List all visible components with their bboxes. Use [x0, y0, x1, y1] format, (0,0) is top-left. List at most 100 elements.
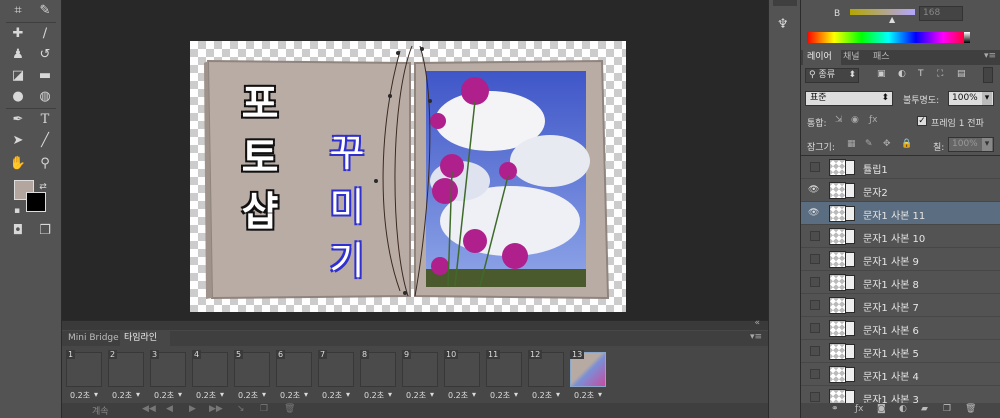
pen-tool-icon[interactable]: ✒	[8, 111, 28, 129]
opacity-field[interactable]: 100% ▾	[948, 91, 994, 106]
timeline-frame[interactable]: 6 0.2초 ▾	[274, 349, 314, 409]
frame-delay[interactable]: 0.2초	[154, 390, 174, 401]
delay-dropdown-icon[interactable]: ▾	[514, 390, 518, 399]
frame-delay[interactable]: 0.2초	[406, 390, 426, 401]
healing-brush-tool-icon[interactable]: ✚	[8, 25, 28, 43]
blue-slider-thumb[interactable]: ▲	[889, 15, 895, 24]
visibility-eye-icon[interactable]: 👁	[808, 185, 819, 195]
tab-timeline[interactable]: 타임라인	[120, 331, 170, 346]
frame-delay[interactable]: 0.2초	[238, 390, 258, 401]
gradient-tool-icon[interactable]: ▬	[35, 67, 55, 85]
timeline-frame[interactable]: 11 0.2초 ▾	[484, 349, 524, 409]
swap-colors-icon[interactable]: ⇄	[33, 178, 53, 196]
layer-row[interactable]: 문자1 사본 4	[801, 363, 1000, 386]
first-frame-icon[interactable]: ◀◀	[142, 404, 156, 414]
layer-row[interactable]: 튤립1	[801, 156, 1000, 179]
frame-delay[interactable]: 0.2초	[574, 390, 594, 401]
play-icon[interactable]: ▶	[189, 404, 196, 414]
new-layer-icon[interactable]: ❐	[943, 404, 951, 414]
type-tool-icon[interactable]: T	[35, 111, 55, 129]
add-mask-icon[interactable]: ◙	[877, 404, 886, 414]
visibility-toggle[interactable]	[810, 346, 820, 356]
default-colors-icon[interactable]: ▪	[7, 202, 27, 220]
filter-smart-object-icon[interactable]: ▤	[957, 69, 966, 79]
layers-panel-menu-icon[interactable]: ▾≡	[984, 51, 996, 61]
visibility-toggle[interactable]	[810, 162, 820, 172]
path-selection-tool-icon[interactable]: ➤	[8, 132, 28, 150]
filter-kind-select[interactable]: ⚲ 종류 ⬍	[805, 68, 859, 83]
layer-row[interactable]: 문자1 사본 7	[801, 294, 1000, 317]
lock-position-icon[interactable]: ✥	[883, 139, 891, 149]
delay-dropdown-icon[interactable]: ▾	[430, 390, 434, 399]
tab-layers[interactable]: 레이어	[803, 50, 841, 65]
brush-preset-icon[interactable]: ♆	[777, 17, 789, 32]
brush-tool-icon[interactable]: ∕	[35, 25, 55, 43]
delete-layer-icon[interactable]: 🗑	[965, 404, 976, 414]
visibility-toggle[interactable]	[810, 300, 820, 310]
layer-row[interactable]: 문자1 사본 5	[801, 340, 1000, 363]
frame-delay[interactable]: 0.2초	[532, 390, 552, 401]
collapse-icon[interactable]: «	[754, 318, 760, 328]
eyedropper-tool-icon[interactable]: ✎	[35, 2, 55, 20]
layer-row[interactable]: 👁 문자1 사본 11	[801, 202, 1000, 225]
timeline-frame[interactable]: 13 0.2초 ▾	[568, 349, 608, 409]
delay-dropdown-icon[interactable]: ▾	[388, 390, 392, 399]
layer-row[interactable]: 문자1 사본 6	[801, 317, 1000, 340]
visibility-toggle[interactable]	[810, 277, 820, 287]
unify-position-icon[interactable]: ⇲	[835, 115, 843, 125]
frame-delay[interactable]: 0.2초	[196, 390, 216, 401]
timeline-frame[interactable]: 5 0.2초 ▾	[232, 349, 272, 409]
color-spectrum-bar[interactable]	[807, 32, 970, 43]
visibility-toggle[interactable]	[810, 254, 820, 264]
link-layers-icon[interactable]: ⚭	[831, 404, 839, 414]
timeline-frame[interactable]: 3 0.2초 ▾	[148, 349, 188, 409]
adjustment-layer-icon[interactable]: ◐	[899, 404, 907, 414]
timeline-frame[interactable]: 10 0.2초 ▾	[442, 349, 482, 409]
visibility-toggle[interactable]	[810, 392, 820, 402]
quick-mask-icon[interactable]: ◘	[8, 222, 28, 240]
propagate-frame-checkbox[interactable]: ✓	[917, 116, 927, 126]
visibility-eye-icon[interactable]: 👁	[808, 208, 819, 218]
filter-toggle[interactable]	[983, 67, 993, 83]
blend-mode-select[interactable]: 표준 ⬍	[805, 91, 893, 106]
delay-dropdown-icon[interactable]: ▾	[262, 390, 266, 399]
delay-dropdown-icon[interactable]: ▾	[178, 390, 182, 399]
layer-row[interactable]: 👁 문자2	[801, 179, 1000, 202]
visibility-toggle[interactable]	[810, 231, 820, 241]
tab-paths[interactable]: 패스	[873, 50, 899, 65]
timeline-frame[interactable]: 1 0.2초 ▾	[64, 349, 104, 409]
frame-delay[interactable]: 0.2초	[322, 390, 342, 401]
previous-frame-icon[interactable]: ◀	[166, 404, 173, 414]
timeline-frame[interactable]: 9 0.2초 ▾	[400, 349, 440, 409]
document-canvas[interactable]: 포 토 샵 꾸 미 기	[190, 41, 626, 312]
loop-options-label[interactable]: 계속	[92, 404, 109, 417]
line-tool-icon[interactable]: ╱	[35, 132, 55, 150]
lock-pixels-icon[interactable]: ✎	[865, 139, 873, 149]
frame-delay[interactable]: 0.2초	[280, 390, 300, 401]
add-style-icon[interactable]: ƒx	[855, 404, 864, 414]
delay-dropdown-icon[interactable]: ▾	[94, 390, 98, 399]
layer-row[interactable]: 문자1 사본 3	[801, 386, 1000, 403]
timeline-frame[interactable]: 4 0.2초 ▾	[190, 349, 230, 409]
unify-visibility-icon[interactable]: ◉	[851, 115, 859, 125]
layer-row[interactable]: 문자1 사본 8	[801, 271, 1000, 294]
tab-mini-bridge[interactable]: Mini Bridge	[64, 331, 120, 346]
filter-pixel-icon[interactable]: ▣	[877, 69, 886, 79]
timeline-collapse-bar[interactable]: «	[62, 318, 768, 330]
layer-row[interactable]: 문자1 사본 9	[801, 248, 1000, 271]
delay-dropdown-icon[interactable]: ▾	[346, 390, 350, 399]
next-frame-icon[interactable]: ▶▶	[209, 404, 223, 414]
timeline-frame[interactable]: 8 0.2초 ▾	[358, 349, 398, 409]
hand-tool-icon[interactable]: ✋	[8, 155, 28, 173]
delay-dropdown-icon[interactable]: ▾	[598, 390, 602, 399]
clone-stamp-tool-icon[interactable]: ♟	[8, 46, 28, 64]
panel-menu-icon[interactable]: ▾≡	[750, 332, 762, 342]
blue-slider[interactable]	[850, 9, 915, 15]
fill-field[interactable]: 100% ▾	[948, 137, 994, 152]
filter-adjustment-icon[interactable]: ◐	[898, 69, 906, 79]
lock-all-icon[interactable]: 🔒	[901, 139, 912, 149]
delete-frame-icon[interactable]: 🗑	[284, 404, 295, 414]
blur-tool-icon[interactable]: ●	[8, 88, 28, 106]
lock-transparent-icon[interactable]: ▦	[847, 139, 856, 149]
delay-dropdown-icon[interactable]: ▾	[136, 390, 140, 399]
